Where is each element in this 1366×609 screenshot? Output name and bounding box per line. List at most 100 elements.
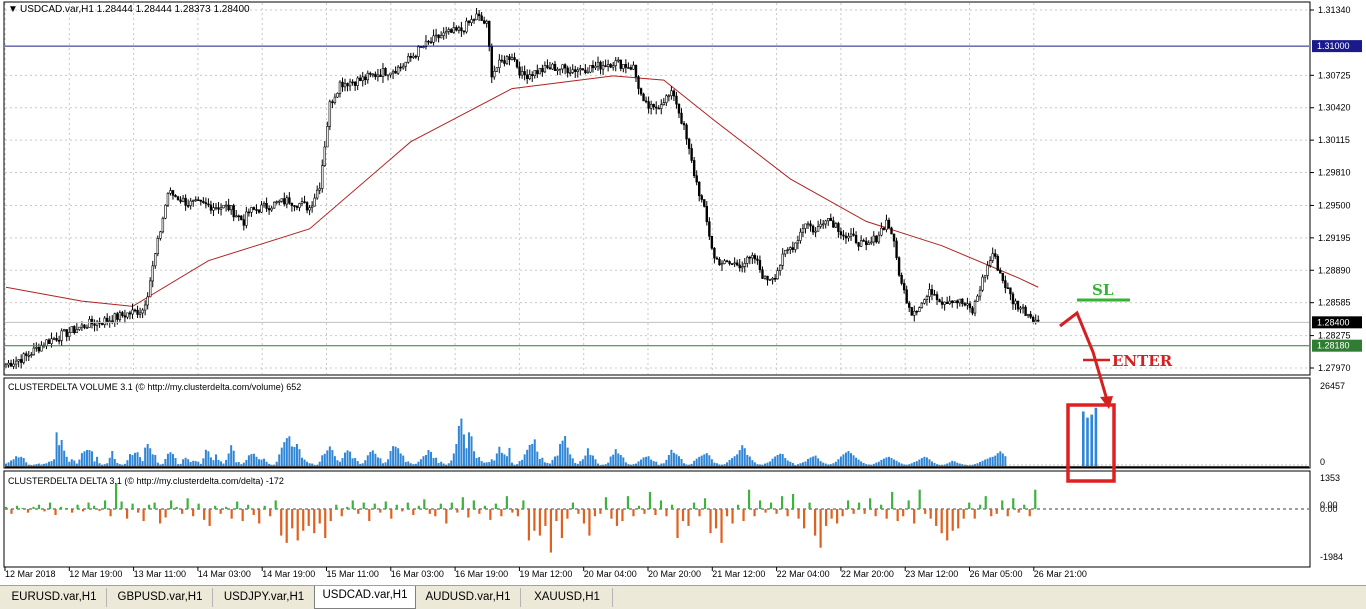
volume-bar: [837, 459, 840, 466]
delta-bar-negative: [125, 509, 129, 519]
volume-bar: [882, 458, 885, 466]
candle-body: [346, 83, 349, 87]
candle-body: [733, 262, 736, 265]
candle-body: [341, 81, 344, 88]
candle-body: [1019, 307, 1022, 310]
candle-body: [222, 204, 225, 209]
volume-bar: [303, 459, 306, 466]
symbol-header: USDCAD.var,H1 1.28444 1.28444 1.28373 1.…: [20, 4, 250, 15]
volume-bar: [139, 457, 142, 466]
candle-body: [116, 313, 119, 320]
tab-eurusd[interactable]: EURUSD.var,H1: [2, 588, 107, 607]
volume-bar: [35, 464, 38, 466]
volume-bar: [622, 457, 625, 466]
volume-bar: [758, 464, 761, 466]
candle-body: [1031, 316, 1035, 323]
volume-bar: [22, 458, 25, 466]
candle-body: [743, 262, 746, 267]
volume-bar: [376, 457, 379, 466]
delta-bar-negative: [951, 509, 954, 531]
candle-body: [698, 181, 701, 197]
volume-bar: [753, 462, 756, 466]
candle-body: [232, 205, 235, 218]
candle-body: [908, 302, 911, 308]
delta-bar-negative: [896, 509, 899, 522]
volume-bar: [245, 459, 248, 466]
volume-bar: [751, 460, 754, 466]
candle-body: [224, 204, 228, 207]
volume-bar: [599, 465, 602, 466]
volume-bar: [801, 462, 804, 466]
candle-body: [649, 103, 653, 109]
volume-bar: [202, 458, 205, 466]
tab-xauusd[interactable]: XAUUSD,H1: [522, 588, 613, 607]
candle-body: [725, 260, 729, 263]
volume-bar: [670, 449, 673, 466]
delta-bar-negative: [357, 509, 360, 514]
candle-body: [945, 301, 949, 305]
candle-body: [371, 73, 375, 76]
volume-bar: [655, 461, 658, 466]
candle-body: [70, 326, 73, 333]
candle-body: [730, 263, 734, 265]
volume-bar: [30, 465, 33, 466]
volume-bar: [452, 453, 455, 466]
candle-body: [455, 27, 458, 31]
volume-bar: [328, 446, 331, 466]
candle-body: [482, 20, 486, 24]
candle-body: [991, 253, 994, 261]
candle-body: [705, 206, 709, 222]
candle-body: [184, 197, 187, 206]
candle-body: [1037, 319, 1040, 322]
tab-usdjpy[interactable]: USDJPY.var,H1: [214, 588, 315, 607]
candle-body: [617, 59, 620, 62]
tab-gbpusd[interactable]: GBPUSD.var,H1: [108, 588, 213, 607]
delta-bar-negative: [527, 509, 530, 541]
volume-bar: [804, 461, 807, 466]
delta-bar-positive: [120, 501, 123, 509]
candle-body: [391, 70, 395, 74]
volume-bar: [483, 462, 486, 466]
volume-bar: [925, 457, 928, 466]
delta-bar-positive: [747, 489, 751, 509]
candle-body: [614, 60, 617, 66]
price-tick-label: 1.30115: [1318, 135, 1350, 145]
volume-bar: [75, 463, 78, 466]
candle-body: [245, 211, 248, 226]
volume-bar: [17, 457, 20, 466]
chart-menu-icon[interactable]: ▼: [8, 4, 18, 15]
volume-bar: [634, 463, 637, 466]
candle-body: [665, 95, 668, 104]
candle-body: [548, 67, 552, 70]
volume-bar: [569, 454, 572, 466]
candle-body: [579, 68, 582, 71]
price-tick-label: 1.29810: [1318, 168, 1351, 178]
candle-body: [834, 223, 838, 228]
volume-bar: [227, 453, 230, 466]
time-tick-label: 16 Mar 19:00: [455, 569, 508, 579]
trading-chart[interactable]: 1.31000 1.28400 1.28180 1.31340 1.30725 1.30…: [0, 0, 1366, 585]
volume-bar: [857, 459, 860, 466]
candle-body: [351, 81, 354, 84]
volume-bar: [103, 464, 106, 466]
candle-body: [35, 347, 38, 349]
delta-bar-negative: [924, 509, 927, 514]
candle-body: [118, 312, 122, 320]
volume-bar: [705, 453, 708, 466]
candle-body: [123, 315, 127, 318]
candle-body: [986, 265, 989, 276]
volume-bar: [293, 447, 296, 466]
volume-bar: [171, 454, 174, 466]
tab-usdcad[interactable]: USDCAD.var,H1: [314, 586, 416, 609]
delta-bar-positive: [65, 507, 68, 509]
volume-bar: [65, 456, 68, 466]
delta-bar-negative: [478, 509, 481, 514]
volume-bar: [240, 464, 243, 466]
candle-body: [718, 258, 721, 266]
volume-bar: [237, 462, 240, 466]
delta-bar-positive: [703, 498, 707, 509]
tab-audusd[interactable]: AUDUSD.var,H1: [416, 588, 521, 607]
candle-body: [968, 303, 972, 309]
volume-bar: [908, 464, 911, 466]
volume-bar: [784, 458, 787, 466]
